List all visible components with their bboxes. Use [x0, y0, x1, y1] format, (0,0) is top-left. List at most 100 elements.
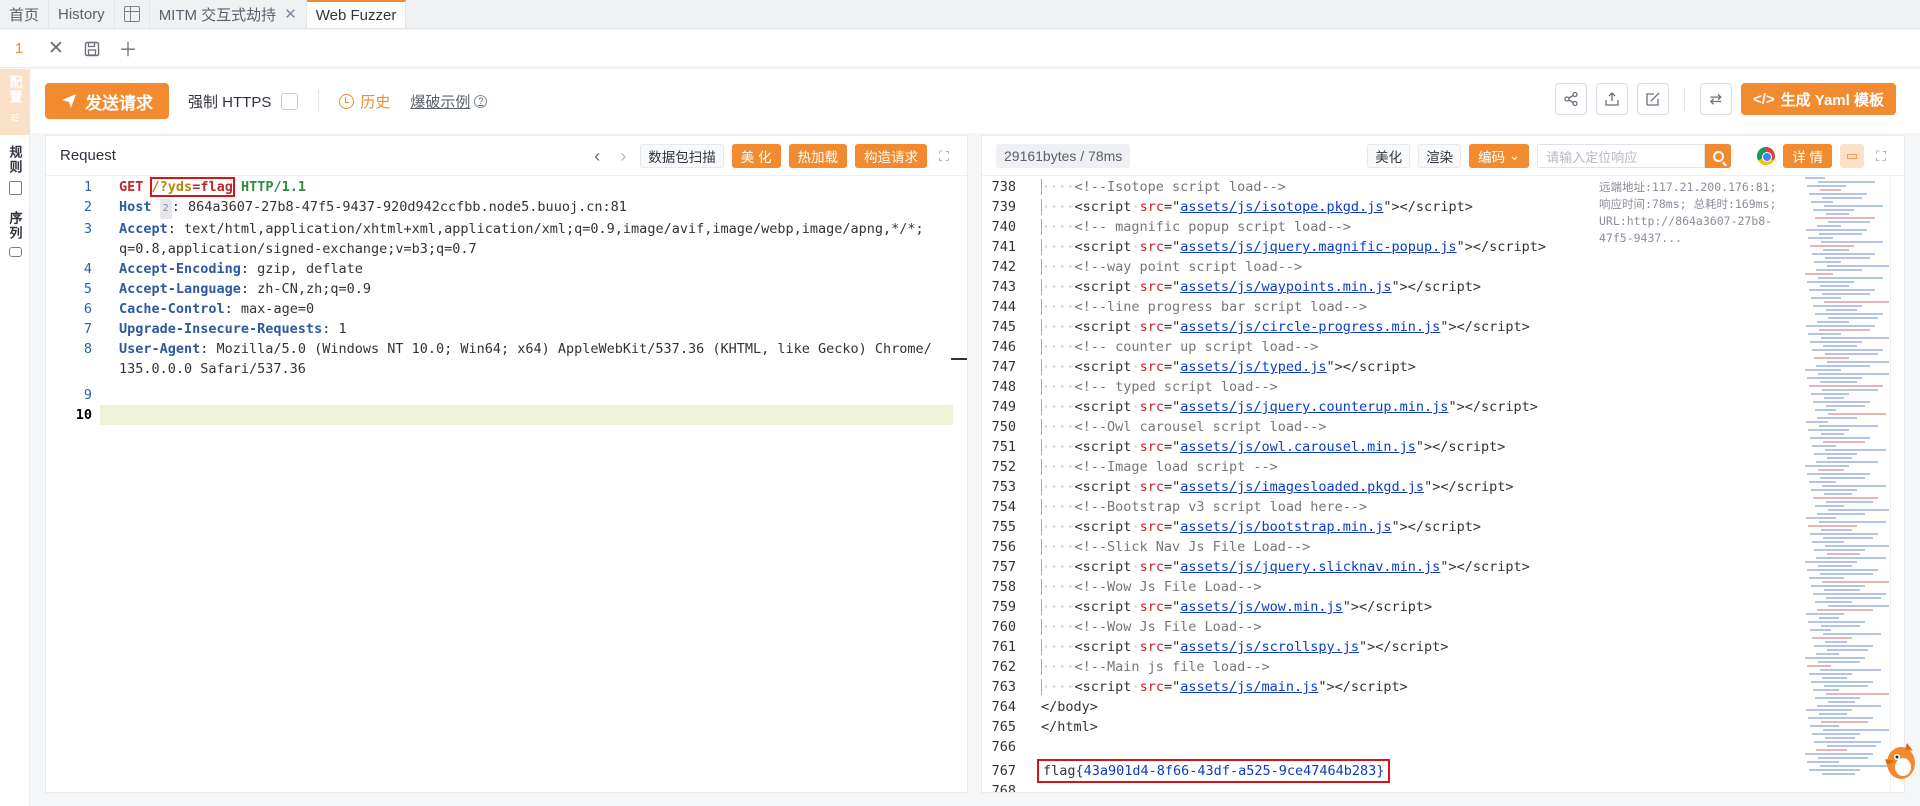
request-editor[interactable]: 1 GET /?yds=flag HTTP/1.1 2 Host 2: 864a36…: [46, 177, 967, 792]
chevron-left-icon[interactable]: ‹: [588, 146, 606, 167]
mascot-icon[interactable]: [1881, 739, 1919, 783]
minimap-line: [1810, 245, 1854, 247]
minimap-line: [1812, 733, 1860, 735]
minimap-line: [1805, 465, 1849, 467]
tab-table[interactable]: [115, 0, 150, 28]
minimap-line: [1828, 413, 1886, 415]
minimap-line: [1826, 501, 1873, 503]
code-line: 768: [991, 783, 1016, 792]
tab-history[interactable]: History: [49, 0, 115, 28]
code-line: 748 ····<!-- typed script load-->: [991, 379, 1278, 395]
save-icon[interactable]: [74, 30, 110, 68]
code-line: 6 Cache-Control: max-age=0: [83, 301, 315, 317]
action-tools: ⇄ </> 生成 Yaml 模板: [1554, 83, 1896, 115]
history-button[interactable]: 历史: [339, 91, 390, 112]
tab-label: History: [58, 5, 105, 23]
chevron-right-icon[interactable]: ›: [614, 146, 632, 167]
fullscreen-icon[interactable]: ⛶: [935, 147, 953, 165]
minimap-line: [1810, 533, 1878, 535]
minimap-line: [1815, 697, 1860, 699]
response-editor[interactable]: 738 ····<!--Isotope script load--> 739 ····…: [982, 177, 1904, 792]
chrome-icon[interactable]: [1757, 147, 1776, 165]
comment-icon[interactable]: ▭: [1840, 144, 1864, 168]
close-icon[interactable]: ✕: [284, 5, 297, 23]
code-line: 759 ····<script·src="assets/js/wow.min.js…: [991, 599, 1433, 615]
remote-info: 远端地址:117.21.200.176:81; 响应时间:78ms; 总耗时:1…: [1599, 180, 1777, 245]
tab-web-fuzzer[interactable]: Web Fuzzer: [306, 0, 407, 28]
minimap-line: [1817, 609, 1873, 611]
minimap-line: [1805, 561, 1857, 563]
help-icon: ?: [474, 94, 488, 108]
minimap-line: [1809, 577, 1844, 579]
minimap-line: [1815, 409, 1836, 411]
locate-search-input[interactable]: 请输入定位响应: [1537, 144, 1706, 168]
minimap-line: [1818, 373, 1889, 375]
minimap-line: [1807, 473, 1870, 475]
minimap-line: [1811, 489, 1857, 491]
tab-bar: 首页 History MITM 交互式劫持 ✕ Web Fuzzer: [0, 0, 1920, 29]
rail-item-config[interactable]: 配置 ⚟: [0, 69, 30, 135]
close-icon[interactable]: ✕: [38, 30, 74, 68]
send-request-button[interactable]: 发送请求: [45, 83, 169, 119]
minimap-line: [1807, 569, 1878, 571]
minimap-line: [1825, 641, 1847, 643]
swap-icon[interactable]: ⇄: [1699, 83, 1732, 115]
subtab-number[interactable]: 1: [0, 40, 38, 57]
response-size-badge: 29161bytes / 78ms: [996, 143, 1131, 168]
minimap-line: [1808, 237, 1833, 239]
minimap-line: [1818, 181, 1875, 183]
packet-scan-button[interactable]: 数据包扫描: [640, 144, 724, 168]
beautify-button[interactable]: 美化: [1367, 144, 1411, 168]
layers-icon: [8, 247, 22, 257]
render-button[interactable]: 渲染: [1418, 144, 1462, 168]
minimap-line: [1814, 261, 1841, 263]
beautify-button[interactable]: 美 化: [731, 144, 781, 168]
code-line: 750 ····<!--Owl carousel script load-->: [991, 419, 1327, 435]
tab-label: 首页: [9, 6, 40, 24]
minimap-line: [1823, 345, 1857, 347]
build-request-button[interactable]: 构造请求: [855, 144, 927, 168]
generate-yaml-button[interactable]: </> 生成 Yaml 模板: [1740, 83, 1896, 115]
detail-button[interactable]: 详 情: [1783, 144, 1832, 168]
minimap-line: [1813, 689, 1839, 691]
rail-item-sequence[interactable]: 序列: [0, 205, 30, 271]
scrollbar[interactable]: [1890, 177, 1904, 792]
encode-dropdown[interactable]: 编码 ⌄: [1469, 144, 1530, 168]
search-button[interactable]: [1705, 144, 1732, 168]
minimap[interactable]: [1799, 177, 1889, 787]
code-line: 3 Accept: text/html,application/xhtml+xml…: [83, 221, 924, 237]
code-line: 761 ····<script·src="assets/js/scrollspy.…: [991, 639, 1449, 655]
rail-label: 规则: [7, 145, 23, 175]
minimap-line: [1817, 225, 1841, 227]
rail-item-rules[interactable]: 规则: [0, 139, 30, 205]
minimap-line: [1813, 401, 1870, 403]
share-icon[interactable]: [1554, 83, 1587, 115]
hotload-button[interactable]: 热加载: [788, 144, 847, 168]
minimap-line: [1816, 653, 1839, 655]
tab-mitm[interactable]: MITM 交互式劫持 ✕: [150, 0, 307, 28]
force-https-label: 强制 HTTPS: [188, 93, 272, 111]
fullscreen-icon[interactable]: ⛶: [1872, 147, 1890, 165]
code-line: 744 ····<!--line progress bar script load…: [991, 299, 1368, 315]
left-rail: 配置 ⚟ 规则 序列: [0, 69, 30, 806]
minimap-line: [1819, 617, 1839, 619]
minimap-line: [1809, 289, 1875, 291]
code-line: 4 Accept-Encoding: gzip, deflate: [83, 261, 363, 277]
minimap-line: [1827, 361, 1889, 363]
minimap-line: [1816, 557, 1886, 559]
minimap-line: [1812, 445, 1836, 447]
response-header: 29161bytes / 78ms 美化 渲染 编码 ⌄ 请输入定位响应 详 情…: [982, 136, 1904, 176]
brute-example-link[interactable]: 爆破示例 ?: [410, 91, 488, 112]
code-line: 5 Accept-Language: zh-CN,zh;q=0.9: [83, 281, 371, 297]
minimap-line: [1821, 529, 1852, 531]
minimap-line: [1815, 601, 1852, 603]
minimap-line: [1809, 481, 1836, 483]
code-line: 764 </body>: [991, 699, 1098, 715]
brute-example-label: 爆破示例: [410, 93, 471, 111]
export-icon[interactable]: [1595, 83, 1628, 115]
add-icon[interactable]: ＋: [110, 30, 146, 68]
minimap-line: [1827, 649, 1868, 651]
tab-home[interactable]: 首页: [0, 0, 50, 28]
force-https-checkbox[interactable]: [281, 92, 299, 110]
edit-icon[interactable]: [1636, 83, 1669, 115]
